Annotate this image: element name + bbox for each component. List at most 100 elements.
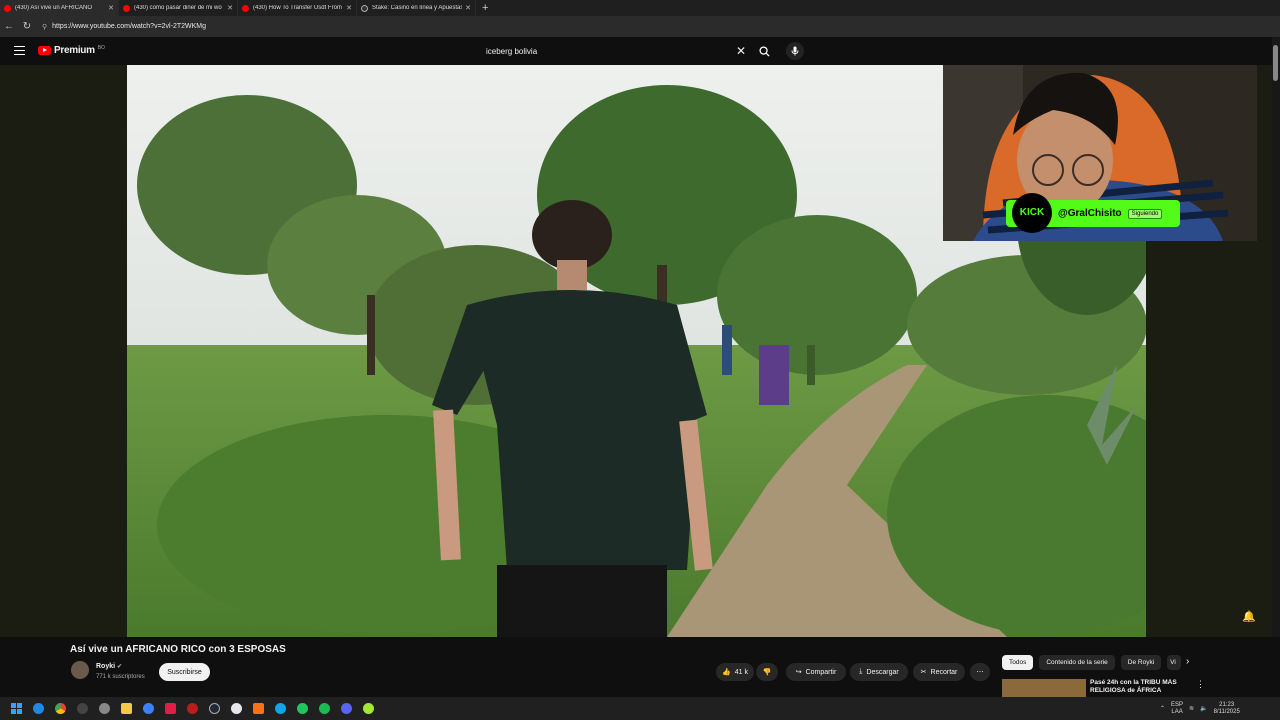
back-icon[interactable]: ← (0, 21, 18, 32)
youtube-favicon-icon (242, 4, 249, 12)
taskbar-chat-icon[interactable] (225, 697, 247, 720)
windows-start-icon (10, 703, 22, 714)
taskbar: ⌃ ESP LAA ≋ 🔈 21:23 8/11/2025 (0, 697, 1280, 720)
kick-follow-overlay: KICK @GralChisito Siguiendo (1006, 192, 1180, 233)
taskbar-whatsapp-icon[interactable] (291, 697, 313, 720)
subscribe-button[interactable]: Suscribirse (159, 663, 210, 681)
taskbar-settings-icon[interactable] (93, 697, 115, 720)
wifi-icon[interactable]: ≋ (1189, 705, 1194, 712)
more-actions-button[interactable]: ⋯ (970, 663, 990, 681)
scrollbar-thumb[interactable] (1273, 45, 1278, 81)
youtube-logo[interactable]: Premium BO (38, 45, 105, 56)
site-info-icon[interactable]: ⚲ (42, 23, 47, 31)
voice-search-button[interactable] (786, 42, 804, 60)
tab-title: (430) como pasar diner de mi wo (134, 5, 222, 11)
kick-logo: KICK (1012, 192, 1052, 233)
language-code: ESP (1171, 701, 1184, 708)
taskbar-steam-icon[interactable] (203, 697, 225, 720)
share-button[interactable]: ↪ Compartir (786, 663, 846, 681)
browser-tab[interactable]: Stake: Casino en línea y Apuestas ✕ (357, 0, 476, 16)
chip-series[interactable]: Contenido de la serie (1039, 654, 1115, 670)
subscriber-count: 771 k suscriptores (96, 674, 145, 680)
reload-icon[interactable]: ↻ (18, 21, 36, 32)
like-button[interactable]: 👍 41 k (716, 663, 754, 681)
tab-title: (430) Así vive un AFRICANO (15, 5, 93, 11)
share-label: Compartir (805, 668, 837, 676)
dislike-button[interactable]: 👎 (756, 663, 778, 681)
brand-name: Premium (54, 45, 95, 56)
video-title: Así vive un AFRICANO RICO con 3 ESPOSAS (70, 644, 286, 655)
system-tray: ⌃ ESP LAA ≋ 🔈 21:23 8/11/2025 (1160, 697, 1240, 720)
taskbar-browser-icon[interactable] (269, 697, 291, 720)
start-button[interactable] (5, 697, 27, 720)
language-indicator[interactable]: ESP LAA (1171, 702, 1183, 716)
clock-date: 8/11/2025 (1213, 708, 1240, 715)
browser-tab[interactable]: (430) Así vive un AFRICANO ✕ (0, 0, 119, 16)
search-button[interactable] (750, 42, 778, 60)
youtube-header: Premium BO iceberg bolivia ✕ (0, 37, 1280, 65)
taskbar-spotify-icon[interactable] (313, 697, 335, 720)
taskbar-obs-icon[interactable] (71, 697, 93, 720)
taskbar-office-icon[interactable] (247, 697, 269, 720)
download-label: Descargar (866, 668, 899, 676)
recommended-thumbnail[interactable] (1002, 679, 1086, 697)
chip-all[interactable]: Todos (1002, 654, 1034, 670)
chevron-up-icon[interactable]: ⌃ (1160, 705, 1165, 712)
chip-channel[interactable]: De Royki (1120, 654, 1162, 670)
video-info: Así vive un AFRICANO RICO con 3 ESPOSAS … (0, 637, 1280, 697)
kick-username: @GralChisito (1058, 208, 1122, 219)
close-tab-icon[interactable]: ✕ (108, 4, 114, 12)
channel-name[interactable]: Royki ✔ (96, 663, 122, 670)
like-count: 41 k (734, 668, 748, 676)
clip-button[interactable]: ✂ Recortar (913, 663, 965, 681)
tab-title: Stake: Casino en línea y Apuestas (372, 5, 463, 11)
more-horizontal-icon: ⋯ (976, 669, 984, 676)
volume-icon[interactable]: 🔈 (1200, 705, 1207, 712)
new-tab-icon[interactable]: + (482, 2, 488, 14)
share-icon: ↪ (795, 669, 802, 676)
taskbar-tiktok-icon[interactable] (159, 697, 181, 720)
youtube-favicon-icon (4, 4, 11, 12)
notification-bell-icon: 🔔 (1242, 611, 1256, 623)
video-player[interactable]: KICK @GralChisito Siguiendo 🔔 (0, 65, 1280, 637)
clear-search-icon[interactable]: ✕ (732, 44, 750, 58)
close-tab-icon[interactable]: ✕ (465, 4, 471, 12)
youtube-play-icon (38, 46, 51, 55)
url-field[interactable]: ⚲ https://www.youtube.com/watch?v=2vl-2T… (42, 23, 206, 31)
tab-title: (430) How To Transfer Usdt From (253, 5, 342, 11)
chip-more[interactable]: Vi (1167, 654, 1182, 670)
chevron-right-icon[interactable]: › (1186, 656, 1189, 667)
channel-avatar[interactable] (71, 661, 89, 679)
download-button[interactable]: ⤓ Descargar (850, 663, 908, 681)
country-code: BO (97, 44, 105, 51)
search-input[interactable]: iceberg bolivia (478, 47, 732, 56)
close-tab-icon[interactable]: ✕ (227, 4, 233, 12)
taskbar-app-icon[interactable] (137, 697, 159, 720)
search-box: iceberg bolivia ✕ (478, 42, 778, 60)
taskbar-record-icon[interactable] (181, 697, 203, 720)
menu-icon[interactable] (14, 46, 25, 55)
clock[interactable]: 21:23 8/11/2025 (1214, 702, 1240, 716)
page-scrollbar[interactable] (1272, 37, 1280, 697)
close-tab-icon[interactable]: ✕ (346, 4, 352, 12)
thumbs-up-icon: 👍 (722, 669, 731, 676)
clip-label: Recortar (930, 668, 958, 676)
taskbar-discord-icon[interactable] (335, 697, 357, 720)
taskbar-edge-icon[interactable] (27, 697, 49, 720)
taskbar-chrome-icon[interactable] (49, 697, 71, 720)
search-icon (758, 45, 770, 57)
recommended-title[interactable]: Pasé 24h con la TRIBU MÁS RELIGIOSA de Á… (1090, 679, 1190, 695)
clock-time: 21:23 (1219, 701, 1235, 708)
url-text: https://www.youtube.com/watch?v=2vl-2T2W… (52, 23, 207, 30)
browser-tab[interactable]: (430) How To Transfer Usdt From ✕ (238, 0, 357, 16)
following-badge: Siguiendo (1127, 208, 1163, 219)
stake-favicon-icon (361, 4, 368, 12)
verified-icon: ✔ (117, 664, 123, 670)
microphone-icon (791, 46, 799, 56)
taskbar-misc-icon[interactable] (357, 697, 379, 720)
keyboard-layout: LAA (1171, 708, 1183, 715)
browser-tab[interactable]: (430) como pasar diner de mi wo ✕ (119, 0, 238, 16)
more-vertical-icon[interactable]: ⋮ (1196, 679, 1205, 690)
taskbar-folder-icon[interactable] (115, 697, 137, 720)
recommendation-chips: Todos Contenido de la serie De Royki Vi (1002, 654, 1182, 670)
